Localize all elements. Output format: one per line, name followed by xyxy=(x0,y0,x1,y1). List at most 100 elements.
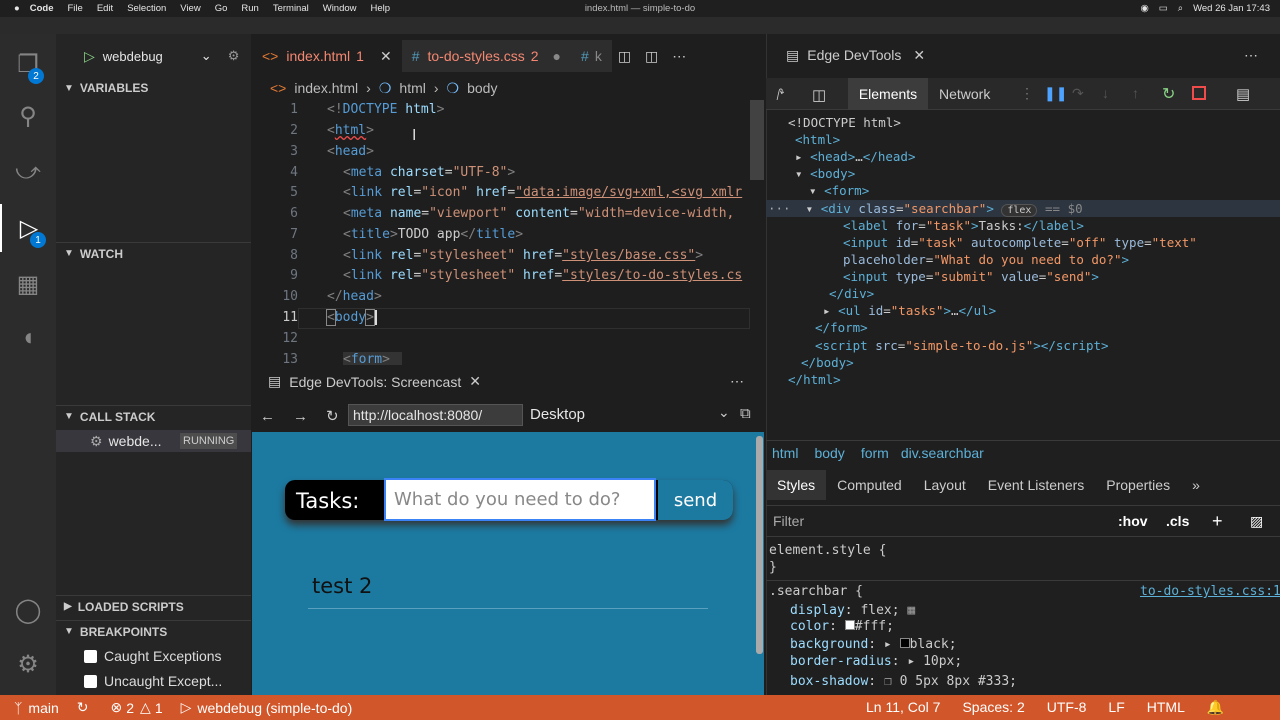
breadcrumb-item[interactable]: form xyxy=(861,445,889,461)
device-select[interactable]: Desktop xyxy=(530,406,585,423)
section-breakpoints[interactable]: ▼ BREAKPOINTS xyxy=(56,620,251,642)
send-button[interactable]: send xyxy=(658,480,733,520)
stop-icon[interactable] xyxy=(1192,86,1206,100)
dom-node[interactable]: </body> xyxy=(801,355,854,370)
editor-scrollbar[interactable] xyxy=(750,100,764,180)
cursor-position[interactable]: Ln 11, Col 7 xyxy=(866,699,940,716)
unsaved-dot-icon[interactable]: ● xyxy=(553,48,561,64)
tab-properties[interactable]: Properties xyxy=(1095,477,1181,493)
breadcrumb-item[interactable]: index.html xyxy=(294,80,358,96)
tab-styles[interactable]: Styles xyxy=(766,470,827,500)
error-count[interactable]: 2 xyxy=(126,700,134,716)
dom-node[interactable]: <label for="task">Tasks:</label> xyxy=(843,218,1084,233)
cls-toggle[interactable]: .cls xyxy=(1166,513,1189,529)
breakpoint-uncaught[interactable]: Uncaught Except... xyxy=(84,673,222,689)
open-preview-icon[interactable]: ◫ xyxy=(618,48,631,65)
css-property[interactable]: display: flex; ▦ xyxy=(790,603,915,618)
close-icon[interactable]: ✕ xyxy=(380,48,392,65)
more-actions-icon[interactable]: ⋯ xyxy=(730,373,744,390)
section-variables[interactable]: ▼ VARIABLES xyxy=(56,77,251,99)
device-emulation-icon[interactable]: ◫ xyxy=(812,86,826,104)
css-property[interactable]: color: #fff; xyxy=(790,619,894,634)
end-of-line[interactable]: LF xyxy=(1108,699,1124,716)
code-line[interactable]: <body> xyxy=(326,309,377,326)
code-line[interactable]: <link rel="stylesheet" href="styles/to-d… xyxy=(343,268,742,283)
tab-network[interactable]: Network xyxy=(939,86,990,102)
code-line[interactable]: </head> xyxy=(327,289,382,304)
dom-node[interactable]: ▸ <ul id="tasks">…</ul> xyxy=(823,303,996,318)
task-item[interactable]: test 2 xyxy=(312,574,372,598)
edge-devtools-icon[interactable]: ◖ xyxy=(0,314,56,362)
element-style-rule[interactable]: element.style { xyxy=(769,543,886,558)
forward-icon[interactable]: → xyxy=(293,408,308,425)
dom-node[interactable]: ▾ <form> xyxy=(809,183,869,198)
code-line[interactable]: <!DOCTYPE html> xyxy=(327,102,444,117)
color-swatch[interactable] xyxy=(844,620,855,630)
breadcrumb-item[interactable]: body xyxy=(467,80,497,96)
breadcrumb-item[interactable]: body xyxy=(814,445,844,461)
tab-index-html[interactable]: <> index.html 1 ✕ xyxy=(252,40,402,72)
code-line[interactable]: <head> xyxy=(327,144,374,159)
back-icon[interactable]: ← xyxy=(260,408,275,425)
dom-node[interactable]: placeholder="What do you need to do?"> xyxy=(843,252,1129,267)
tab-overflow[interactable]: # k xyxy=(571,40,612,72)
task-input[interactable]: What do you need to do? xyxy=(384,478,656,521)
menu-file[interactable]: File xyxy=(68,3,83,14)
split-editor-icon[interactable]: ◫ xyxy=(645,48,658,65)
new-rule-icon[interactable]: + xyxy=(1212,511,1223,532)
devtools-tab[interactable]: ▤ Edge DevTools ✕ xyxy=(786,47,925,64)
menu-terminal[interactable]: Terminal xyxy=(273,3,309,14)
code-line[interactable]: <meta name="viewport" content="width=dev… xyxy=(343,206,734,221)
step-out-icon[interactable]: ↑ xyxy=(1132,85,1139,101)
source-control-icon[interactable]: ⤻ xyxy=(0,148,56,196)
rule-source-link[interactable]: to-do-styles.css:1 xyxy=(1140,584,1280,599)
close-icon[interactable]: ✕ xyxy=(913,47,925,64)
menu-view[interactable]: View xyxy=(180,3,200,14)
extensions-icon[interactable]: ▦ xyxy=(0,260,56,308)
wifi-icon[interactable]: ◉ xyxy=(1140,3,1148,14)
menu-run[interactable]: Run xyxy=(241,3,258,14)
settings-gear-icon[interactable]: ⚙ xyxy=(0,640,56,688)
sync-icon[interactable]: ↻ xyxy=(77,699,89,716)
breadcrumb-item[interactable]: div.searchbar xyxy=(901,445,984,461)
dom-node[interactable]: </form> xyxy=(815,320,868,335)
apple-icon[interactable]: ● xyxy=(14,3,20,14)
menu-window[interactable]: Window xyxy=(323,3,357,14)
code-line[interactable]: <title>TODO app</title> xyxy=(343,227,523,242)
dom-node-selected[interactable]: ··· ▾ <div class="searchbar"> flex == $0 xyxy=(768,201,1083,217)
color-swatch[interactable] xyxy=(899,638,910,648)
flex-editor-icon[interactable]: ▦ xyxy=(907,603,915,618)
chevron-down-icon[interactable]: ⌄ xyxy=(201,48,212,64)
menu-help[interactable]: Help xyxy=(371,3,391,14)
reload-icon[interactable]: ↻ xyxy=(326,407,339,425)
hov-toggle[interactable]: :hov xyxy=(1118,513,1148,529)
code-line[interactable]: <link rel="icon" href="data:image/svg+xm… xyxy=(343,185,742,200)
call-stack-item[interactable]: ⚙ webde... RUNNING xyxy=(56,430,251,452)
dom-node[interactable]: </html> xyxy=(788,372,841,387)
debug-config-select[interactable]: webdebug xyxy=(103,49,163,64)
tab-layout[interactable]: Layout xyxy=(913,477,977,493)
more-tabs-icon[interactable]: » xyxy=(1181,477,1211,493)
dom-node[interactable]: ▸ <head>…</head> xyxy=(795,149,915,164)
search-icon[interactable]: ⌕ xyxy=(1178,3,1183,14)
css-property[interactable]: border-radius: ▸ 10px; xyxy=(790,654,962,669)
toggle-sidebar-icon[interactable]: ▨ xyxy=(1250,513,1263,530)
pause-icon[interactable]: ❚❚ xyxy=(1044,85,1067,102)
section-watch[interactable]: ▼ WATCH xyxy=(56,242,251,264)
dom-node[interactable]: <!DOCTYPE html> xyxy=(788,115,901,130)
inspect-icon[interactable]: ⭚ xyxy=(776,86,785,104)
start-debugging-icon[interactable]: ▷ xyxy=(84,48,95,65)
css-property[interactable]: box-shadow: ❐ 0 5px 8px #333; xyxy=(790,674,1017,689)
tab-elements[interactable]: Elements xyxy=(848,78,928,110)
dom-node[interactable]: <html> xyxy=(795,132,840,147)
dom-node[interactable]: <input id="task" autocomplete="off" type… xyxy=(843,235,1197,250)
flex-badge[interactable]: flex xyxy=(1001,204,1038,217)
breakpoint-caught[interactable]: Caught Exceptions xyxy=(84,648,222,664)
section-loaded-scripts[interactable]: ▶ LOADED SCRIPTS xyxy=(56,595,251,617)
css-property[interactable]: background: ▸ black; xyxy=(790,637,957,652)
filter-input[interactable]: Filter xyxy=(773,513,804,529)
rule-selector[interactable]: .searchbar { xyxy=(769,584,863,599)
explorer-icon[interactable]: ❐ 2 xyxy=(0,40,56,88)
code-line[interactable]: <html> xyxy=(327,123,374,138)
battery-icon[interactable]: ▭ xyxy=(1159,3,1168,14)
